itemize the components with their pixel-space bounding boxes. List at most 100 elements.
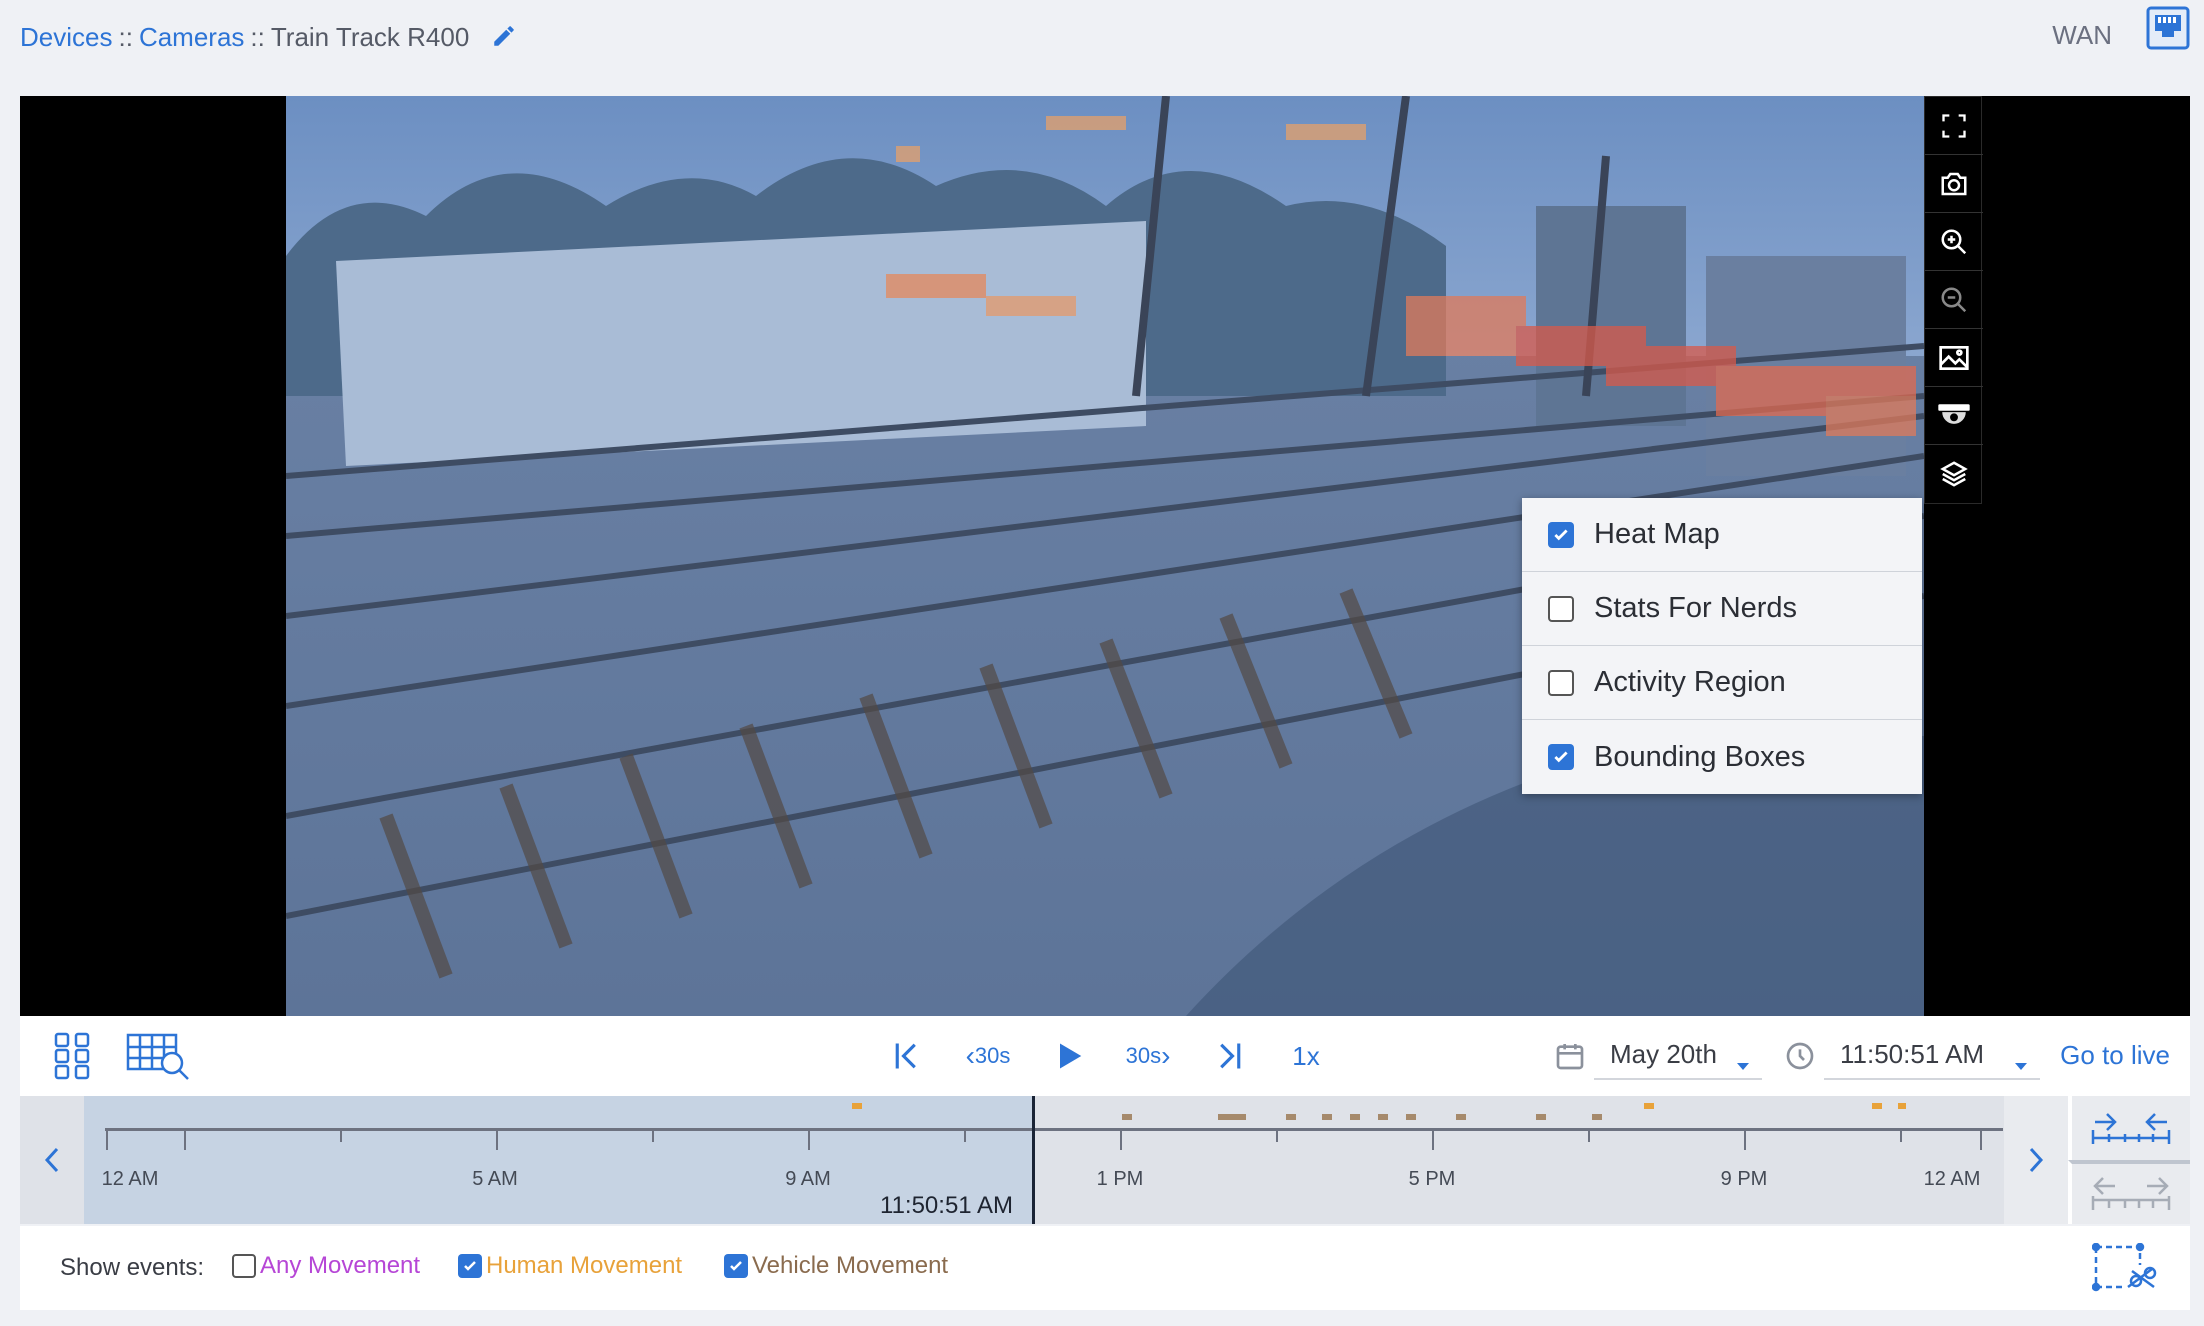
date-picker[interactable]: May 20th — [1594, 1030, 1762, 1080]
timeline-zoom-out-icon[interactable] — [2068, 1160, 2190, 1224]
timeline-tick — [340, 1128, 342, 1142]
filter-label: Vehicle Movement — [752, 1252, 949, 1279]
playback-speed-button[interactable]: 1x — [1284, 1036, 1328, 1076]
human-event-marker[interactable] — [1872, 1103, 1882, 1109]
checkbox-unchecked[interactable] — [232, 1254, 256, 1278]
go-to-live-link[interactable]: Go to live — [2060, 1040, 2170, 1071]
filter-label: Any Movement — [260, 1252, 421, 1279]
layer-stats-for-nerds[interactable]: Stats For Nerds — [1522, 572, 1922, 646]
layer-activity-region[interactable]: Activity Region — [1522, 646, 1922, 720]
vehicle-event-marker[interactable] — [1592, 1114, 1602, 1120]
grid-view-icon[interactable] — [52, 1031, 92, 1081]
checkbox-checked[interactable] — [458, 1254, 482, 1278]
layer-bounding-boxes[interactable]: Bounding Boxes — [1522, 720, 1922, 794]
timeline-tick — [1276, 1128, 1278, 1142]
layer-label: Stats For Nerds — [1594, 592, 1798, 624]
vehicle-event-marker[interactable] — [1322, 1114, 1332, 1120]
checkbox-checked[interactable] — [1548, 744, 1574, 770]
filter-vehicle-movement[interactable]: Vehicle Movement — [724, 1252, 948, 1280]
breadcrumb-devices-link[interactable]: Devices — [20, 22, 112, 52]
timeline-prev-arrow-icon[interactable] — [20, 1096, 84, 1224]
timeline-tick — [106, 1128, 108, 1150]
timeline-tick — [184, 1128, 186, 1150]
events-filter-bar: Show events: Any Movement Human Movement… — [20, 1226, 2190, 1310]
timeline-zoom-in-icon[interactable] — [2068, 1096, 2190, 1160]
filter-human-movement[interactable]: Human Movement — [458, 1252, 682, 1280]
vehicle-event-marker[interactable] — [1286, 1114, 1296, 1120]
timeline-tick — [964, 1128, 966, 1142]
calendar-icon[interactable] — [1552, 1038, 1588, 1074]
pencil-edit-icon[interactable] — [491, 23, 517, 56]
vehicle-event-marker[interactable] — [1122, 1114, 1132, 1120]
timeline-tick — [1432, 1128, 1434, 1150]
time-picker[interactable]: 11:50:51 AM — [1824, 1030, 2040, 1080]
timeline-axis — [105, 1128, 2003, 1131]
breadcrumb-separator: :: — [250, 22, 265, 52]
dome-camera-icon[interactable] — [1925, 387, 1983, 445]
layers-icon[interactable] — [1925, 445, 1983, 503]
checkbox-checked[interactable] — [724, 1254, 748, 1278]
network-status-label: WAN — [2052, 20, 2112, 50]
human-event-marker[interactable] — [1898, 1103, 1906, 1109]
timeline-tick — [1980, 1128, 1982, 1150]
playback-controls: ‹ 30s 30s › 1x May 20th 11:50:51 AM Go to … — [20, 1016, 2190, 1096]
timeline-tick-label: 1 PM — [1096, 1168, 1144, 1190]
filter-label: Human Movement — [486, 1252, 683, 1279]
ethernet-port-icon — [2146, 6, 2190, 50]
layer-label: Heat Map — [1594, 518, 1720, 550]
camera-name: Train Track R400 — [270, 22, 470, 52]
playhead-cursor[interactable] — [1032, 1096, 1035, 1224]
human-event-marker[interactable] — [852, 1103, 862, 1109]
filter-any-movement[interactable]: Any Movement — [232, 1252, 420, 1280]
timeline[interactable]: 12 AM 5 AM 9 AM 1 PM 5 PM 9 PM 12 AM 11:… — [20, 1096, 2190, 1224]
zoom-in-icon[interactable] — [1925, 213, 1983, 271]
clip-scissors-icon[interactable] — [2090, 1240, 2160, 1296]
chevron-down-icon — [2014, 1048, 2028, 1079]
skip-to-start-icon[interactable] — [886, 1036, 926, 1076]
playhead-time-label: 11:50:51 AM — [880, 1192, 1013, 1219]
video-side-toolbar — [1924, 96, 1983, 504]
grid-search-icon[interactable] — [124, 1030, 194, 1082]
skip-to-end-icon[interactable] — [1210, 1036, 1250, 1076]
human-event-marker[interactable] — [1644, 1103, 1654, 1109]
breadcrumb-separator: :: — [118, 22, 133, 52]
vehicle-event-marker[interactable] — [1218, 1114, 1246, 1120]
zoom-out-icon[interactable] — [1925, 271, 1983, 329]
clock-icon[interactable] — [1782, 1038, 1818, 1074]
timeline-tick-label: 9 AM — [785, 1168, 831, 1190]
breadcrumb-cameras-link[interactable]: Cameras — [139, 22, 244, 52]
layer-heat-map[interactable]: Heat Map — [1522, 498, 1922, 572]
skip-forward-30s-button[interactable]: 30s › — [1118, 1036, 1178, 1076]
date-value: May 20th — [1610, 1038, 1717, 1069]
timeline-next-arrow-icon[interactable] — [2004, 1096, 2068, 1224]
vehicle-event-marker[interactable] — [1406, 1114, 1416, 1120]
layer-label: Activity Region — [1594, 666, 1786, 698]
timeline-tick — [1588, 1128, 1590, 1142]
vehicle-event-marker[interactable] — [1456, 1114, 1466, 1120]
timeline-tick — [652, 1128, 654, 1142]
fullscreen-icon[interactable] — [1925, 97, 1983, 155]
timeline-tick — [1744, 1128, 1746, 1150]
checkbox-checked[interactable] — [1548, 521, 1574, 548]
timeline-future-region[interactable] — [1034, 1096, 2004, 1224]
show-events-label: Show events: — [60, 1254, 205, 1281]
checkbox-unchecked[interactable] — [1548, 595, 1574, 622]
breadcrumb: Devices:: Cameras:: Train Track R400 — [20, 22, 517, 56]
timeline-tick-label: 12 AM — [1923, 1168, 1981, 1190]
chevron-down-icon — [1736, 1048, 1750, 1079]
vehicle-event-marker[interactable] — [1350, 1114, 1360, 1120]
timeline-tick — [496, 1128, 498, 1150]
timeline-tick — [1120, 1128, 1122, 1150]
play-icon[interactable] — [1050, 1034, 1090, 1078]
timeline-tick — [808, 1128, 810, 1150]
vehicle-event-marker[interactable] — [1536, 1114, 1546, 1120]
skip-back-30s-button[interactable]: ‹ 30s — [958, 1036, 1018, 1076]
checkbox-unchecked[interactable] — [1548, 669, 1574, 696]
timeline-tick-label: 9 PM — [1720, 1168, 1768, 1190]
timeline-tick-label: 12 AM — [101, 1168, 159, 1190]
layer-label: Bounding Boxes — [1594, 740, 1806, 773]
vehicle-event-marker[interactable] — [1378, 1114, 1388, 1120]
image-icon[interactable] — [1925, 329, 1983, 387]
timeline-tick-label: 5 AM — [472, 1168, 518, 1190]
snapshot-camera-icon[interactable] — [1925, 155, 1983, 213]
